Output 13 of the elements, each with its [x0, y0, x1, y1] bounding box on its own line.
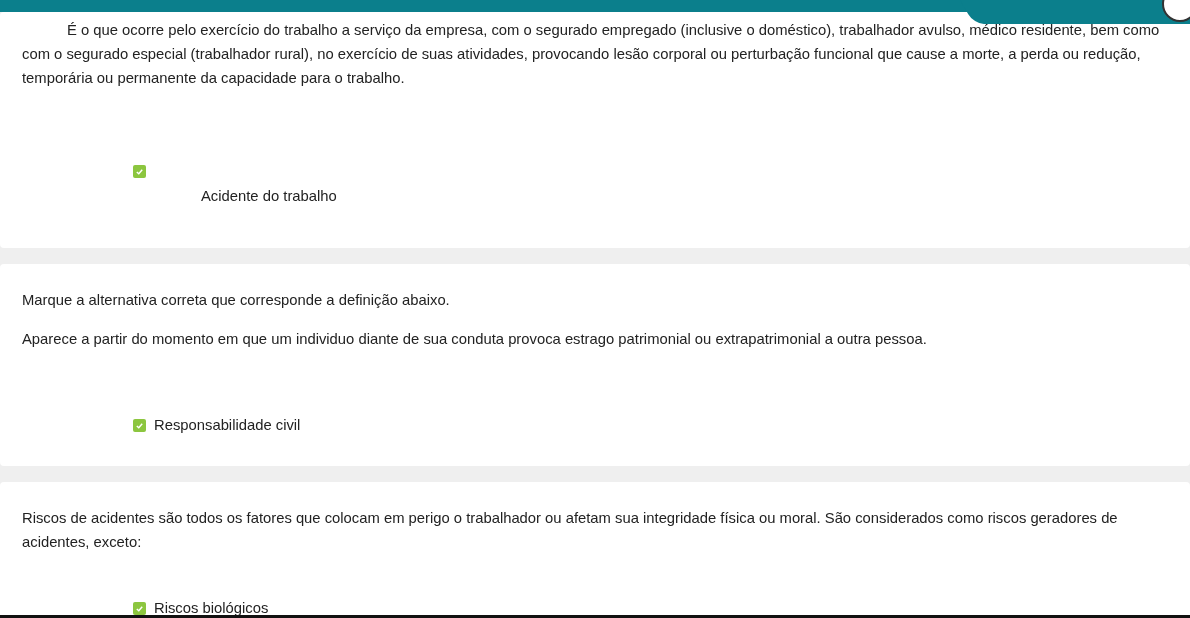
- question-text: Aparece a partir do momento em que um individuo diante de sua conduta provoca estrago patrimonial ou extrapatrimonial a outra pessoa.: [22, 330, 928, 349]
- check-icon: [135, 167, 144, 176]
- checkbox[interactable]: [133, 165, 146, 178]
- question-text: Riscos de acidentes são todos os fatores que colocam em perigo o trabalhador ou afetam sua integridade física ou moral. São considerados como riscos geradores de acidentes, exceto:: [22, 509, 1119, 552]
- checkbox[interactable]: [133, 601, 146, 615]
- question-text: É o que ocorre pelo exercício do trabalho a serviço da empresa, com o segurado empregado (inclusive o doméstico), trabalhador avulso, médico residente, bem como com o segurado especial (trabalhador rural), no exercício de suas atividades, provocando lesão corporal ou perturbação funcional que cause a morte, a perda ou redução, temporária ou permanente da capacidade para o trabalho.: [22, 21, 1161, 88]
- check-icon: [135, 420, 144, 430]
- answer-label: Responsabilidade civil: [154, 416, 301, 435]
- question-prompt: Marque a alternativa correta que corresponde a definição abaixo.: [22, 291, 451, 310]
- checkbox[interactable]: [133, 418, 146, 432]
- check-icon: [135, 603, 144, 613]
- answer-label: Riscos biológicos: [154, 599, 269, 618]
- answer-label: Acidente do trabalho: [201, 187, 337, 206]
